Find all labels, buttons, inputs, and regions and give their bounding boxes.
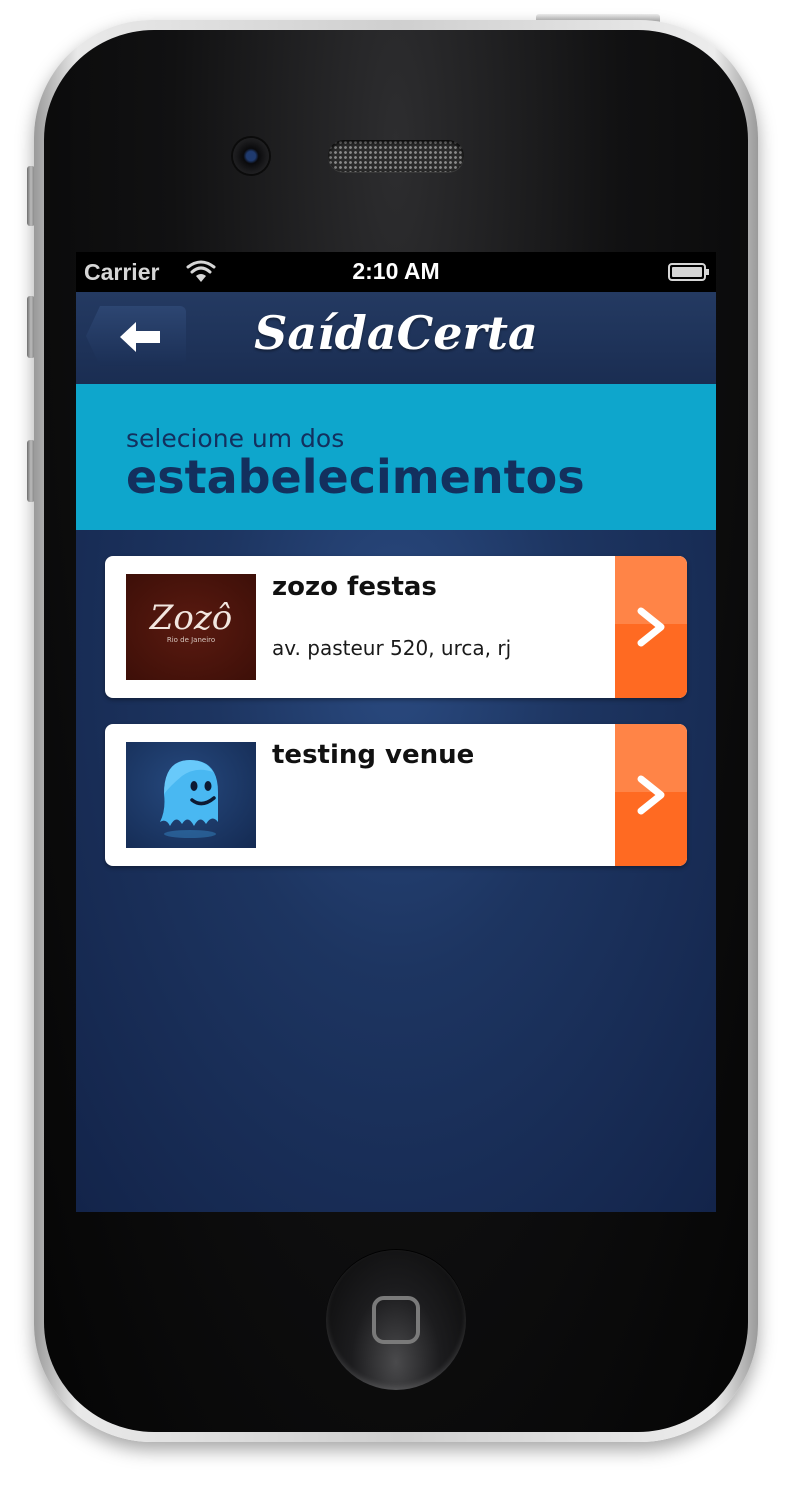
front-camera [233, 138, 269, 174]
zozo-logo-image: Zozô Rio de Janeiro [149, 598, 232, 644]
chevron-right-icon [637, 775, 665, 815]
app-screen: Carrier 2:10 AM SaídaCerta selecione um … [76, 252, 716, 1212]
battery-icon [668, 263, 709, 281]
svg-text:Rio de Janeiro: Rio de Janeiro [167, 636, 215, 644]
home-button[interactable] [326, 1250, 466, 1390]
venue-thumbnail: Zozô Rio de Janeiro [126, 574, 256, 680]
navigation-bar: SaídaCerta [76, 292, 716, 384]
page-header: selecione um dos estabelecimentos [76, 384, 716, 530]
ghost-icon [160, 760, 218, 838]
venue-address: av. pasteur 520, urca, rj [272, 636, 512, 660]
venue-card-testing-venue[interactable]: testing venue [105, 724, 687, 866]
chevron-right-icon [637, 607, 665, 647]
earpiece-speaker [328, 140, 464, 172]
venue-thumbnail [126, 742, 256, 848]
venue-name: testing venue [272, 740, 475, 770]
venue-open-button[interactable] [615, 724, 687, 866]
venue-name: zozo festas [272, 572, 437, 602]
app-logo: SaídaCerta [254, 306, 538, 360]
page-title: estabelecimentos [126, 450, 585, 504]
home-square-icon [372, 1296, 420, 1344]
svg-text:Zozô: Zozô [149, 598, 232, 638]
venue-card-zozo-festas[interactable]: Zozô Rio de Janeiro zozo festas av. past… [105, 556, 687, 698]
status-time: 2:10 AM [352, 258, 440, 284]
header-subtitle: selecione um dos [126, 424, 345, 453]
venue-open-button[interactable] [615, 556, 687, 698]
status-bar: Carrier 2:10 AM [76, 252, 716, 292]
venue-list: Zozô Rio de Janeiro zozo festas av. past… [105, 556, 687, 892]
